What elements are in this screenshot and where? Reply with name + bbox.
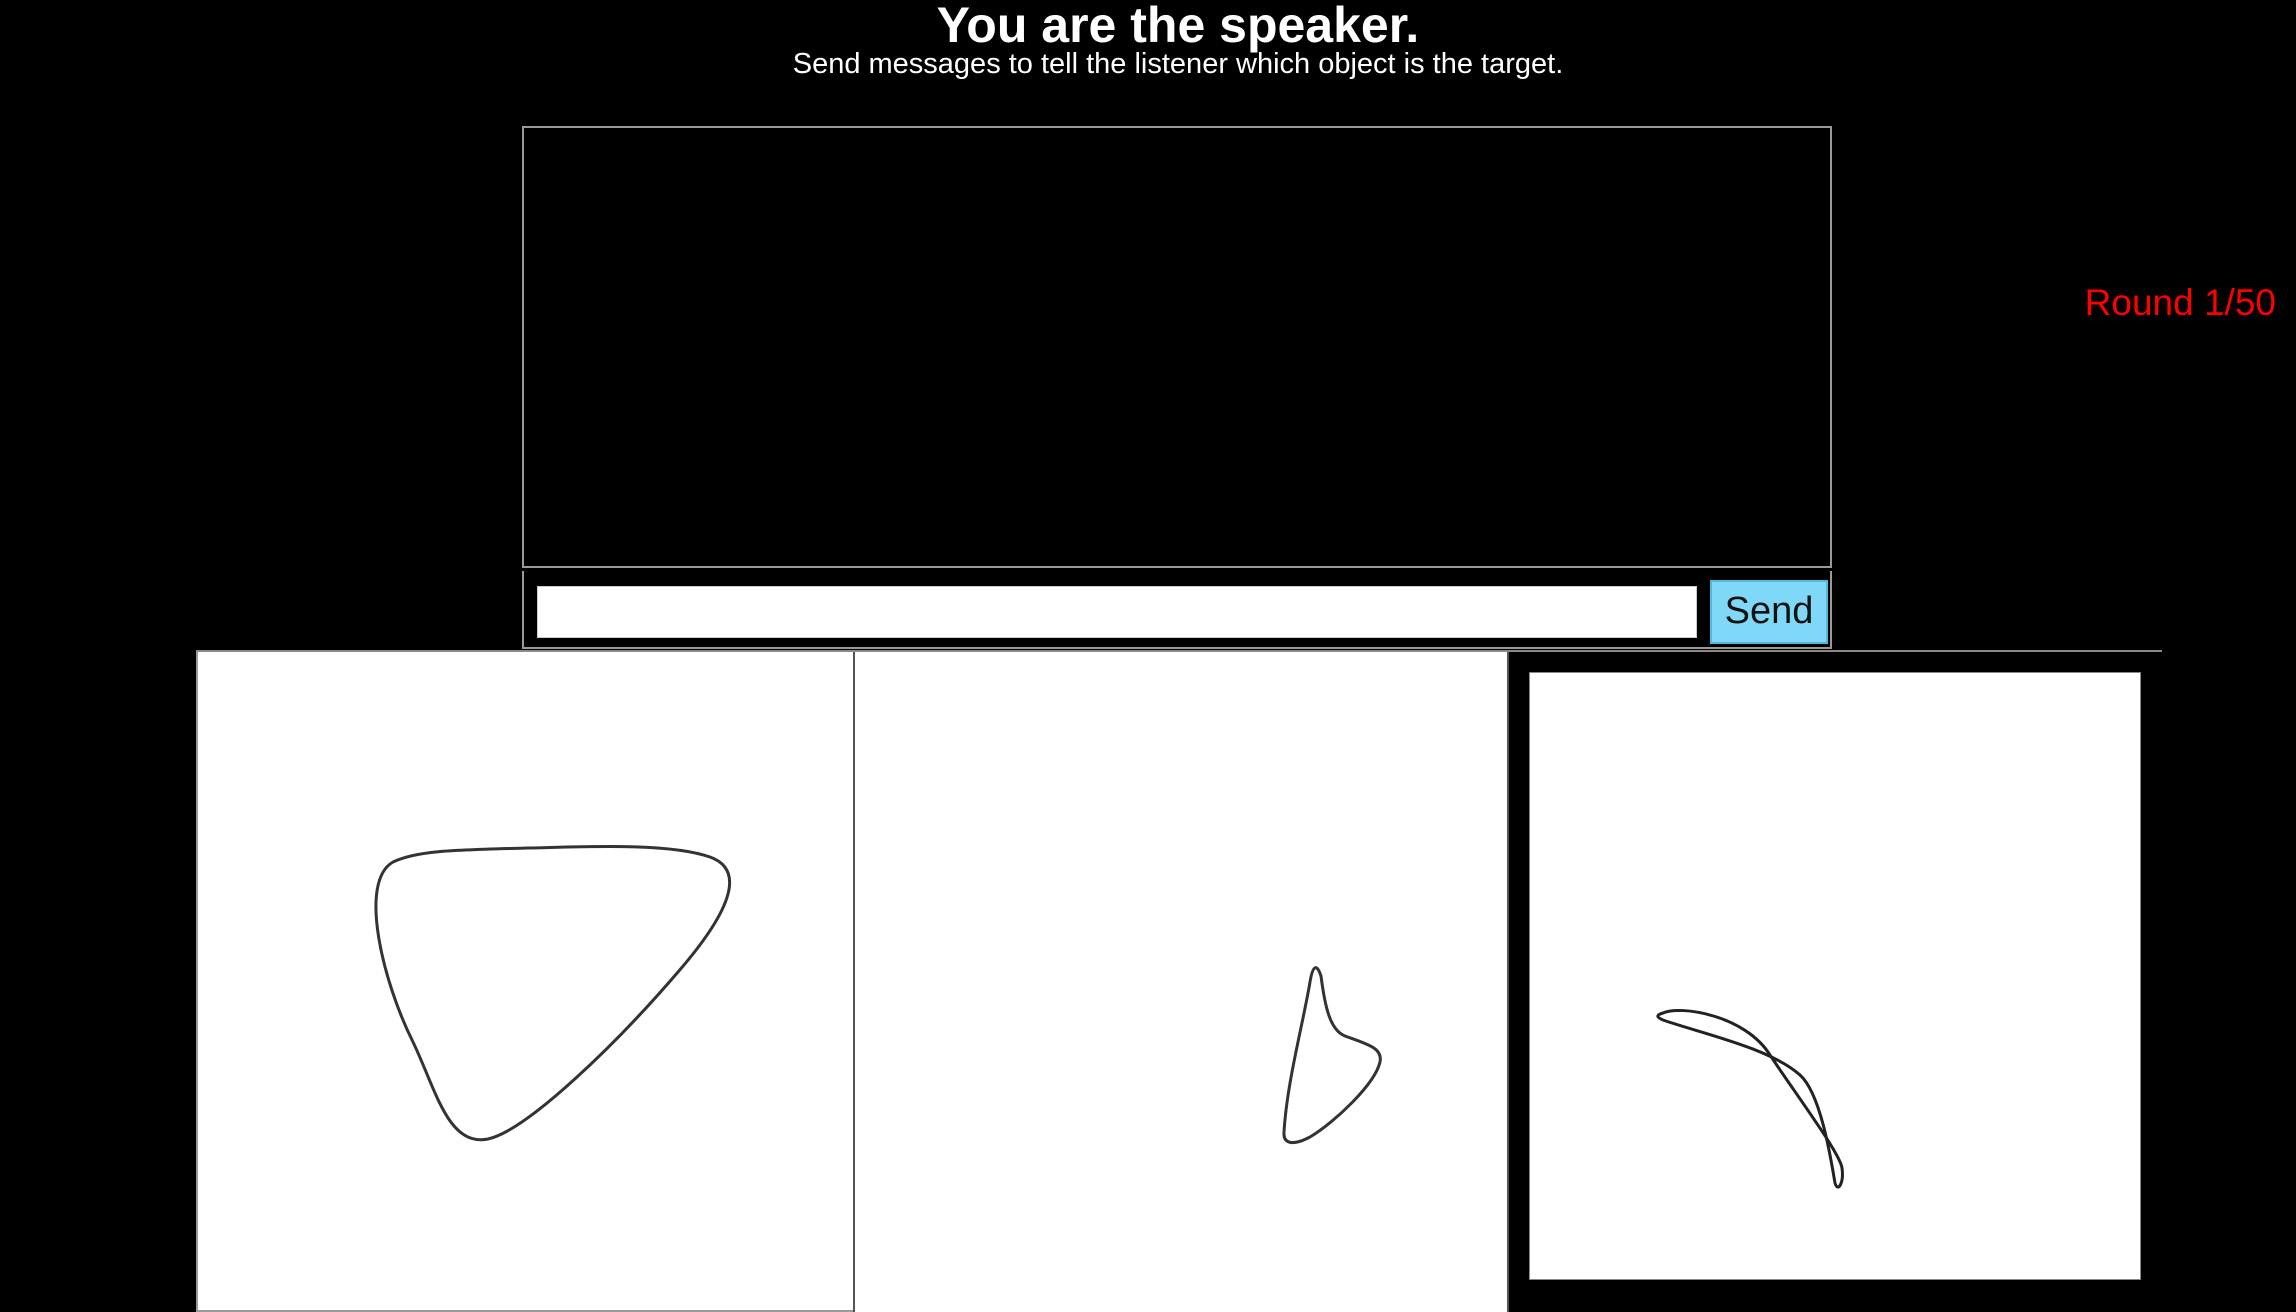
page-title: You are the speaker. [936,0,1420,53]
object-card-3-target[interactable] [1509,652,2162,1312]
send-button[interactable]: Send [1710,580,1828,644]
chat-history-panel[interactable] [522,126,1832,568]
pointed-loop-shape [1282,966,1382,1145]
instructions-text: Send messages to tell the listener which… [792,48,1564,80]
message-input[interactable] [537,586,1697,638]
object-card-1[interactable] [196,652,853,1312]
object-card-2[interactable] [853,652,1509,1312]
rounded-triangle-shape [374,844,731,1142]
crossed-crescent-shape [1656,1009,1844,1189]
message-input-row: Send [522,571,1832,649]
target-highlight [1529,672,2141,1280]
object-choices [196,652,2162,1312]
round-counter: Round 1/50 [2084,282,2276,323]
